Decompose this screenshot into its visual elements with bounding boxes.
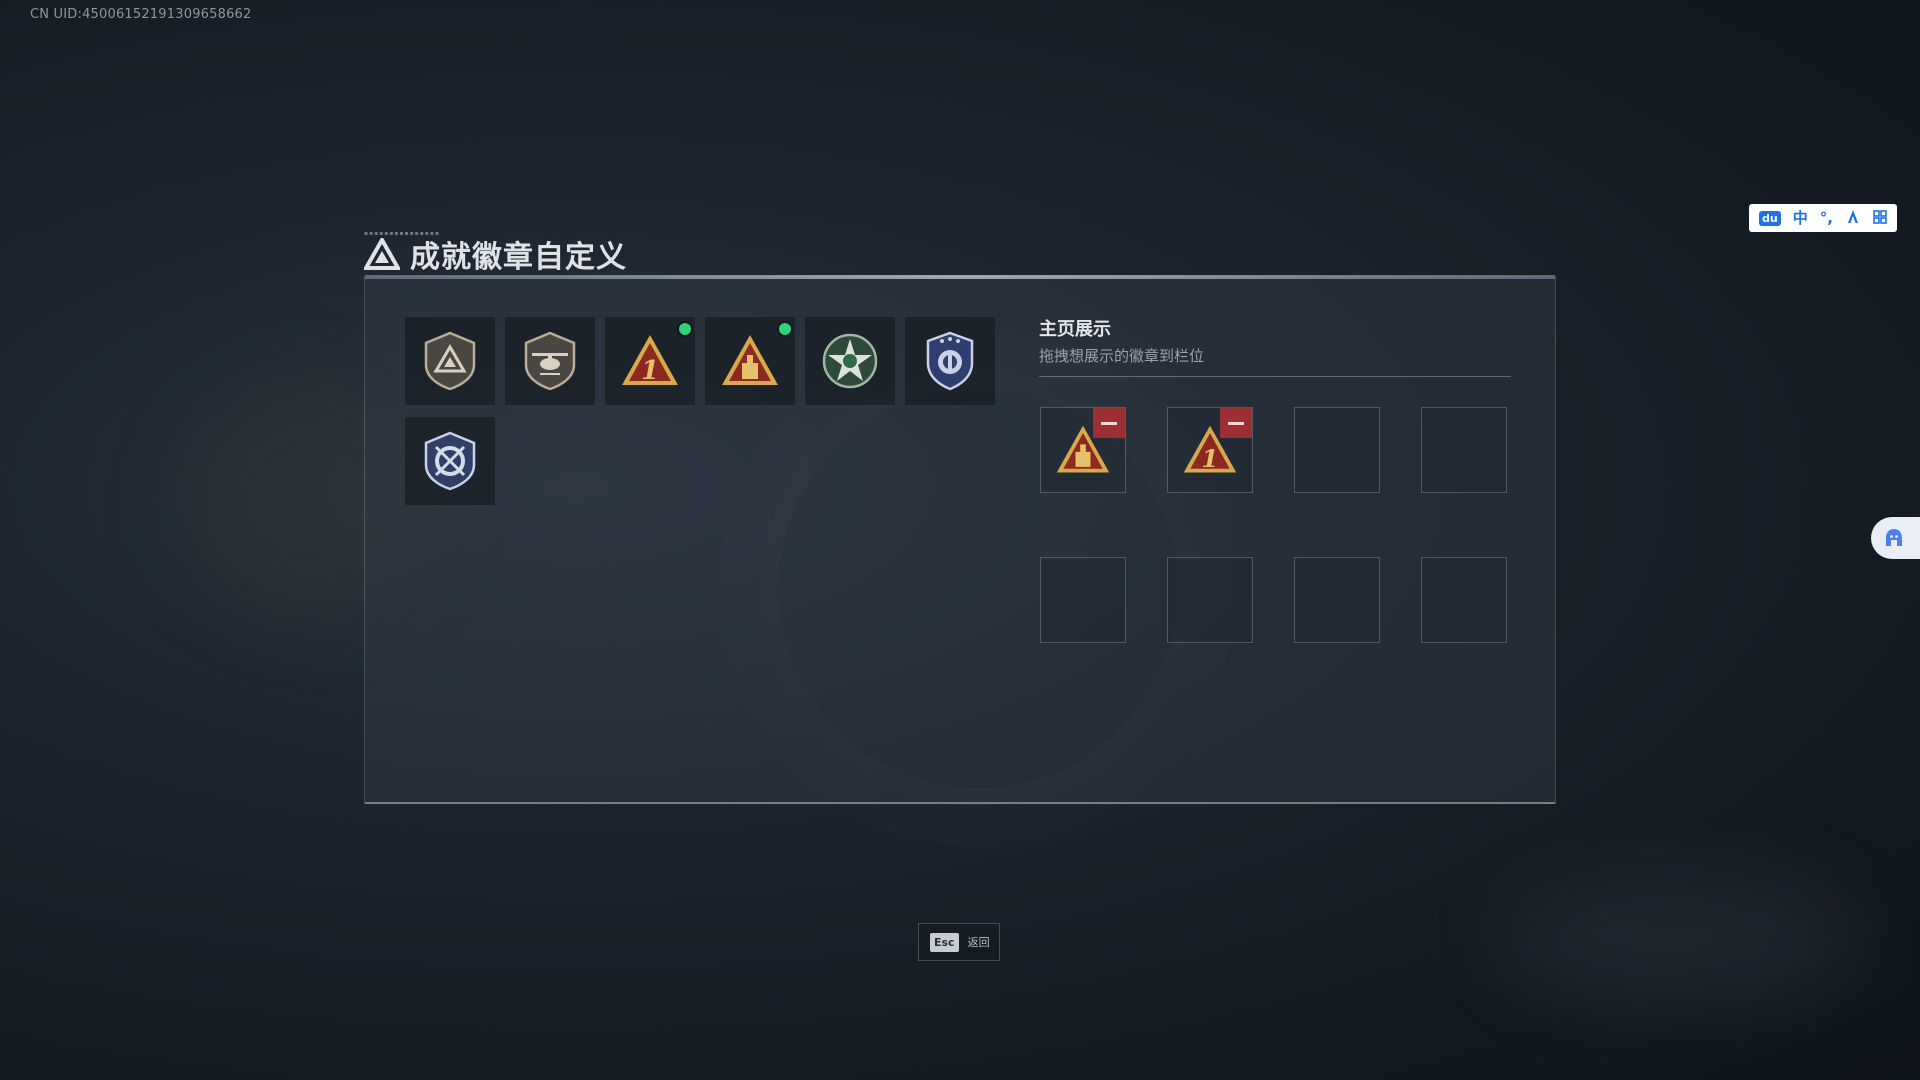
back-label: 返回: [967, 936, 990, 949]
showcase-divider: [1039, 376, 1511, 377]
badge-item[interactable]: [505, 317, 595, 405]
triangle-number-one-badge-icon: 1: [622, 335, 678, 386]
esc-key-hint: Esc: [930, 932, 959, 952]
delta-logo-icon: [364, 238, 400, 270]
badge-item[interactable]: [405, 417, 495, 505]
badge-inventory-grid: 1: [405, 317, 995, 505]
minus-icon: [1101, 421, 1117, 425]
badge-item[interactable]: [905, 317, 995, 405]
ime-du-icon[interactable]: du: [1759, 210, 1781, 226]
badge-customization-panel: 1 主页展示 拖拽想展示的徽章到栏位 1: [364, 275, 1556, 804]
new-indicator-dot: [779, 323, 791, 335]
triangle-tower-badge-icon: [722, 335, 778, 385]
back-button[interactable]: Esc 返回: [918, 923, 1000, 961]
shield-triangle-badge-icon: [424, 331, 476, 391]
ime-chinese-mode[interactable]: 中: [1793, 210, 1808, 226]
remove-badge-button[interactable]: [1220, 408, 1252, 438]
page-header: 成就徽章自定义: [364, 232, 627, 276]
panel-bottom-border: [365, 802, 1555, 804]
showcase-slot-6[interactable]: [1167, 557, 1253, 643]
badge-item[interactable]: [805, 317, 895, 405]
assistant-side-button[interactable]: [1871, 517, 1920, 559]
badge-item[interactable]: [705, 317, 795, 405]
showcase-slot-1[interactable]: [1040, 407, 1126, 493]
showcase-slot-3[interactable]: [1294, 407, 1380, 493]
helicopter-shield-badge-icon: [524, 331, 576, 391]
showcase-slot-2[interactable]: 1: [1167, 407, 1253, 493]
showcase-slot-5[interactable]: [1040, 557, 1126, 643]
navy-crest-badge-icon: [926, 331, 974, 391]
showcase-slots: 1: [1040, 407, 1507, 643]
showcase-subtitle: 拖拽想展示的徽章到栏位: [1039, 347, 1205, 365]
minus-icon: [1228, 421, 1244, 425]
ime-toolbar[interactable]: du 中 °,: [1749, 204, 1897, 232]
grid-icon[interactable]: [1873, 209, 1887, 227]
homepage-showcase-header: 主页展示 拖拽想展示的徽章到栏位: [1039, 315, 1511, 377]
person-icon[interactable]: [1845, 209, 1861, 228]
panel-top-border: [365, 275, 1555, 279]
showcase-slot-7[interactable]: [1294, 557, 1380, 643]
badge-item[interactable]: 1: [605, 317, 695, 405]
showcase-slot-4[interactable]: [1421, 407, 1507, 493]
showcase-title: 主页展示: [1039, 319, 1111, 340]
uid-label: CN UID:450061521913096586​62: [30, 7, 252, 22]
svg-text:1: 1: [1202, 444, 1219, 473]
page-title: 成就徽章自定义: [410, 240, 627, 275]
showcase-slot-8[interactable]: [1421, 557, 1507, 643]
badge-item[interactable]: [405, 317, 495, 405]
green-star-wreath-badge-icon: [822, 333, 878, 389]
crossed-rifles-shield-badge-icon: [424, 431, 476, 491]
remove-badge-button[interactable]: [1093, 408, 1125, 438]
new-indicator-dot: [679, 323, 691, 335]
ime-punctuation[interactable]: °,: [1820, 210, 1833, 226]
svg-text:1: 1: [641, 356, 659, 386]
assistant-icon: [1886, 529, 1902, 546]
